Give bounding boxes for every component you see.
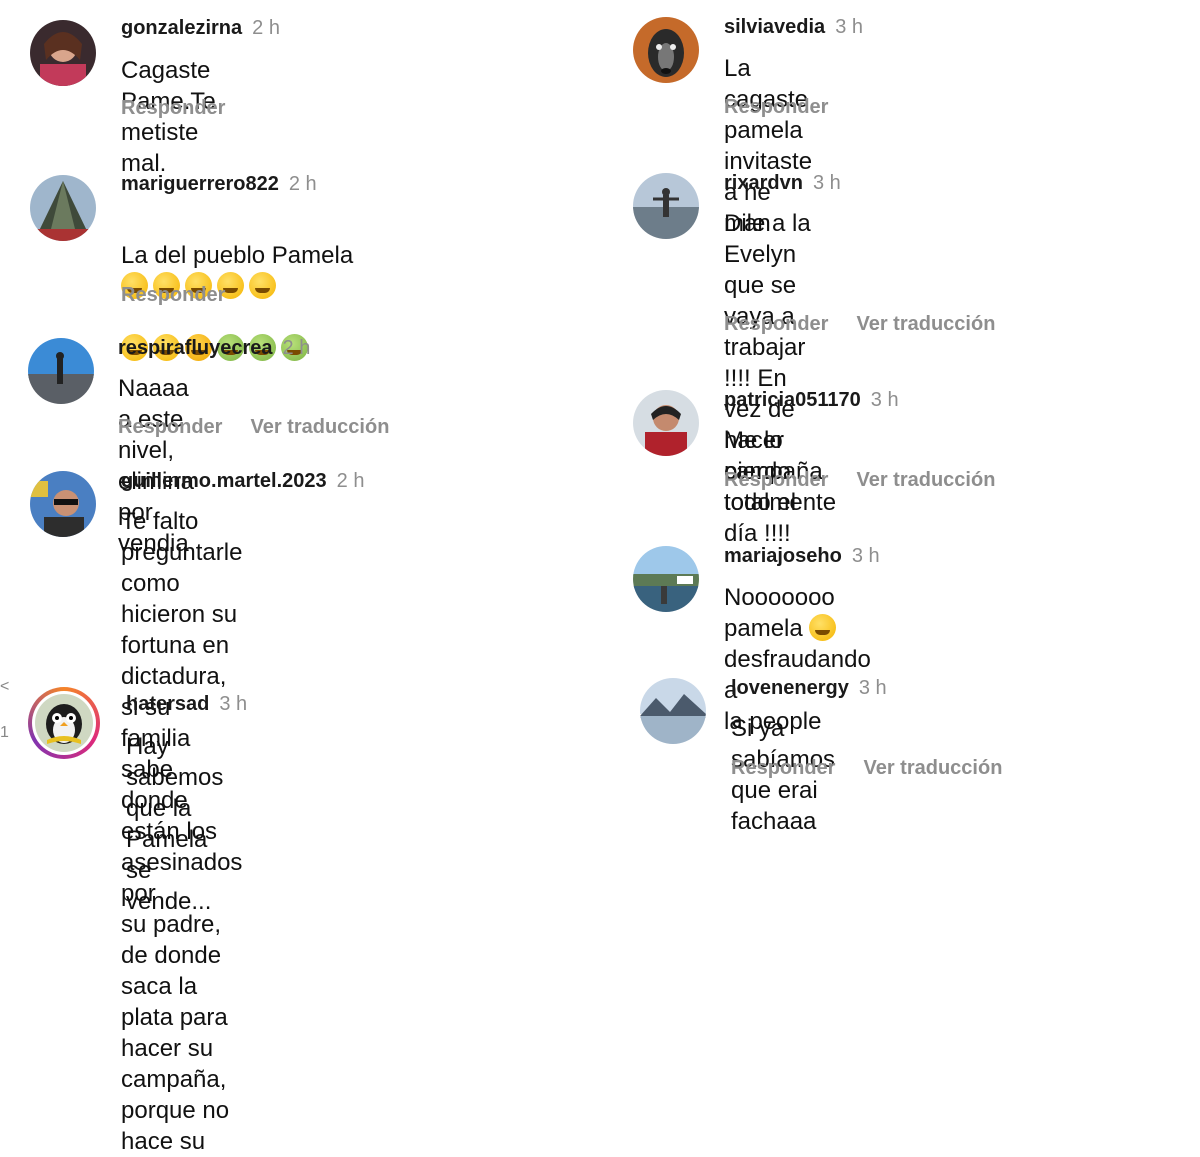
username-text[interactable]: patricia051170 bbox=[724, 389, 861, 411]
username[interactable]: hatersad 3 h bbox=[126, 693, 247, 716]
reply-button[interactable]: Responder bbox=[121, 284, 225, 306]
timestamp: 2 h bbox=[252, 17, 280, 39]
username-text[interactable]: respirafluyecrea bbox=[118, 337, 273, 359]
username[interactable]: patricia051170 3 h bbox=[724, 389, 899, 412]
username-text[interactable]: rixardvn bbox=[724, 172, 803, 194]
timestamp: 2 h bbox=[282, 337, 311, 359]
timestamp: 3 h bbox=[812, 172, 841, 194]
avatar[interactable] bbox=[30, 20, 96, 86]
username-text[interactable]: mariguerrero822 bbox=[121, 173, 279, 195]
crying-emoji bbox=[809, 614, 837, 641]
reply-button[interactable]: Responder bbox=[724, 313, 828, 335]
username[interactable]: guillermo.martel.2023 2 h bbox=[121, 470, 364, 493]
comment-actions: Responder bbox=[121, 97, 225, 120]
comment-actions: Responder bbox=[724, 96, 828, 119]
comment-actions: Responder Ver traducción bbox=[731, 757, 1002, 780]
reply-button[interactable]: Responder bbox=[731, 757, 835, 779]
username[interactable]: mariajoseho 3 h bbox=[724, 545, 880, 568]
comment-actions: Responder Ver traducción bbox=[724, 469, 995, 492]
avatar[interactable] bbox=[633, 546, 699, 612]
timestamp: 2 h bbox=[336, 470, 365, 492]
username-text[interactable]: mariajoseho bbox=[724, 545, 842, 567]
reply-button[interactable]: Responder bbox=[724, 469, 828, 491]
avatar[interactable] bbox=[28, 338, 94, 404]
comment-text: Hay sabemos que la Pamela se vende... bbox=[126, 733, 224, 915]
avatar[interactable] bbox=[30, 175, 96, 241]
comment-actions: Responder Ver traducción bbox=[118, 416, 389, 439]
timestamp: 3 h bbox=[851, 545, 880, 567]
edge-glyph-bottom: 1 bbox=[0, 724, 9, 741]
username-text[interactable]: gonzalezirna bbox=[121, 17, 242, 39]
avatar-with-story-ring[interactable] bbox=[28, 687, 100, 759]
username[interactable]: rixardvn 3 h bbox=[724, 172, 841, 195]
reply-button[interactable]: Responder bbox=[724, 96, 828, 118]
username-text[interactable]: silviavedia bbox=[724, 16, 825, 38]
username-text[interactable]: hatersad bbox=[126, 693, 209, 715]
see-translation-button[interactable]: Ver traducción bbox=[856, 469, 995, 491]
timestamp: 3 h bbox=[858, 677, 887, 699]
timestamp: 2 h bbox=[288, 173, 317, 195]
comment-actions: Responder Ver traducción bbox=[724, 313, 995, 336]
avatar[interactable] bbox=[633, 173, 699, 239]
comment-text-content: La del pueblo Pamela bbox=[121, 242, 354, 269]
see-translation-button[interactable]: Ver traducción bbox=[250, 416, 389, 438]
username-text[interactable]: lovenenergy bbox=[731, 677, 849, 699]
timestamp: 3 h bbox=[870, 389, 899, 411]
username-text[interactable]: guillermo.martel.2023 bbox=[121, 470, 327, 492]
avatar[interactable] bbox=[30, 471, 96, 537]
reply-button[interactable]: Responder bbox=[118, 416, 222, 438]
username[interactable]: respirafluyecrea 2 h bbox=[118, 337, 310, 360]
edge-glyph-top: < bbox=[0, 678, 10, 695]
timestamp: 3 h bbox=[835, 16, 863, 38]
timestamp: 3 h bbox=[219, 693, 248, 715]
see-translation-button[interactable]: Ver traducción bbox=[863, 757, 1002, 779]
comment-actions: Responder bbox=[121, 284, 225, 307]
avatar[interactable] bbox=[633, 17, 699, 83]
username[interactable]: gonzalezirna 2 h bbox=[121, 17, 280, 40]
reply-button[interactable]: Responder bbox=[121, 97, 225, 119]
avatar[interactable] bbox=[640, 678, 706, 744]
avatar[interactable] bbox=[633, 390, 699, 456]
username[interactable]: silviavedia 3 h bbox=[724, 16, 863, 39]
see-translation-button[interactable]: Ver traducción bbox=[856, 313, 995, 335]
username[interactable]: mariguerrero822 2 h bbox=[121, 173, 317, 196]
money-mouth-emoji bbox=[249, 272, 276, 299]
username[interactable]: lovenenergy 3 h bbox=[731, 677, 887, 700]
